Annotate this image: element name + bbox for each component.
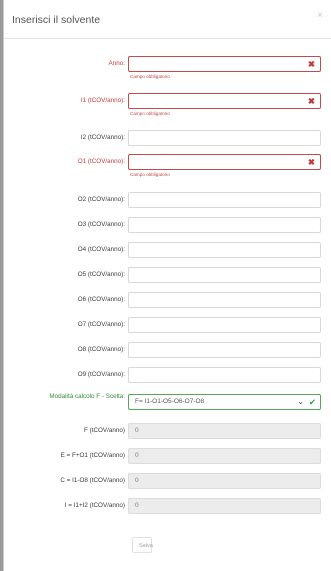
c-readonly: 0	[128, 473, 321, 489]
form-row-o6: O6 (tCOV/anno):	[4, 288, 331, 310]
field-label: Modalità calcolo F - Scelta:	[49, 393, 125, 400]
form-row-modalita: Modalità calcolo F - Scelta: F= I1-O1-O5…	[4, 390, 331, 412]
form-row-o8: O8 (tCOV/anno):	[4, 338, 331, 360]
field-label: E = F+O1 (tCOV/anno)	[60, 452, 125, 459]
form-row-i: I = I1+I2 (tCOV/anno) 0	[4, 494, 331, 516]
field-label: O8 (tCOV/anno):	[77, 346, 125, 353]
field-label: O6 (tCOV/anno):	[77, 296, 125, 303]
save-button[interactable]: Salva	[132, 537, 153, 553]
o2-input[interactable]	[128, 192, 321, 208]
field-label: C = I1-O8 (tCOV/anno)	[60, 477, 125, 484]
o7-input[interactable]	[128, 317, 321, 333]
modal-title: Inserisci il solvente	[12, 14, 101, 26]
form-row-i2: I2 (tCOV/anno):	[4, 126, 331, 148]
form-row-o4: O4 (tCOV/anno):	[4, 238, 331, 260]
form-row-o5: O5 (tCOV/anno):	[4, 263, 331, 285]
form-row-o9: O9 (tCOV/anno):	[4, 363, 331, 385]
e-readonly: 0	[128, 448, 321, 464]
form-row-f: F (tCOV/anno) 0	[4, 419, 331, 441]
i1-input[interactable]: ✖	[128, 93, 321, 109]
modal-header: Inserisci il solvente ×	[4, 0, 331, 39]
check-icon: ✔	[308, 397, 316, 407]
error-message: Campo obbligatorio	[130, 172, 170, 177]
field-label: O1 (tCOV/anno):	[77, 158, 125, 165]
times-icon: ✖	[307, 96, 315, 106]
chevron-down-icon: ⌄	[297, 397, 304, 406]
error-message: Campo obbligatorio	[130, 111, 170, 116]
field-label: Anno:	[108, 60, 125, 67]
field-label: O2 (tCOV/anno):	[77, 196, 125, 203]
form-row-o7: O7 (tCOV/anno):	[4, 313, 331, 335]
field-label: I2 (tCOV/anno):	[80, 134, 125, 141]
close-icon[interactable]: ×	[317, 11, 323, 21]
times-icon: ✖	[307, 59, 315, 69]
field-label: F (tCOV/anno)	[84, 427, 125, 434]
field-label: O5 (tCOV/anno):	[77, 271, 125, 278]
o1-input[interactable]: ✖	[128, 154, 321, 170]
select-value: F= I1-O1-O5-O6-O7-O8	[135, 398, 205, 405]
i-readonly: 0	[128, 498, 321, 514]
modalita-select[interactable]: F= I1-O1-O5-O6-O7-O8 ⌄ ✔	[128, 394, 321, 410]
form-row-o2: O2 (tCOV/anno):	[4, 188, 331, 210]
anno-input[interactable]: ✖	[128, 56, 321, 72]
i2-input[interactable]	[128, 130, 321, 146]
o3-input[interactable]	[128, 217, 321, 233]
form-row-e: E = F+O1 (tCOV/anno) 0	[4, 444, 331, 466]
field-label: O9 (tCOV/anno):	[77, 371, 125, 378]
o6-input[interactable]	[128, 292, 321, 308]
form-row-o3: O3 (tCOV/anno):	[4, 213, 331, 235]
field-label: O3 (tCOV/anno):	[77, 221, 125, 228]
times-icon: ✖	[307, 157, 315, 167]
form-row-anno: Anno: ✖ Campo obbligatorio	[4, 52, 331, 79]
o5-input[interactable]	[128, 267, 321, 283]
form-row-c: C = I1-O8 (tCOV/anno) 0	[4, 469, 331, 491]
field-label: O7 (tCOV/anno):	[77, 321, 125, 328]
o9-input[interactable]	[128, 367, 321, 383]
o8-input[interactable]	[128, 342, 321, 358]
form-row-o1: O1 (tCOV/anno): ✖ Campo obbligatorio	[4, 150, 331, 177]
field-label: O4 (tCOV/anno):	[77, 246, 125, 253]
o4-input[interactable]	[128, 242, 321, 258]
error-message: Campo obbligatorio	[130, 74, 170, 79]
field-label: I1 (tCOV/anno):	[80, 97, 125, 104]
insert-solvent-modal: Inserisci il solvente × Anno: ✖ Campo ob…	[3, 0, 331, 571]
form-row-i1: I1 (tCOV/anno): ✖ Campo obbligatorio	[4, 89, 331, 116]
field-label: I = I1+I2 (tCOV/anno)	[64, 502, 125, 509]
f-readonly: 0	[128, 423, 321, 439]
